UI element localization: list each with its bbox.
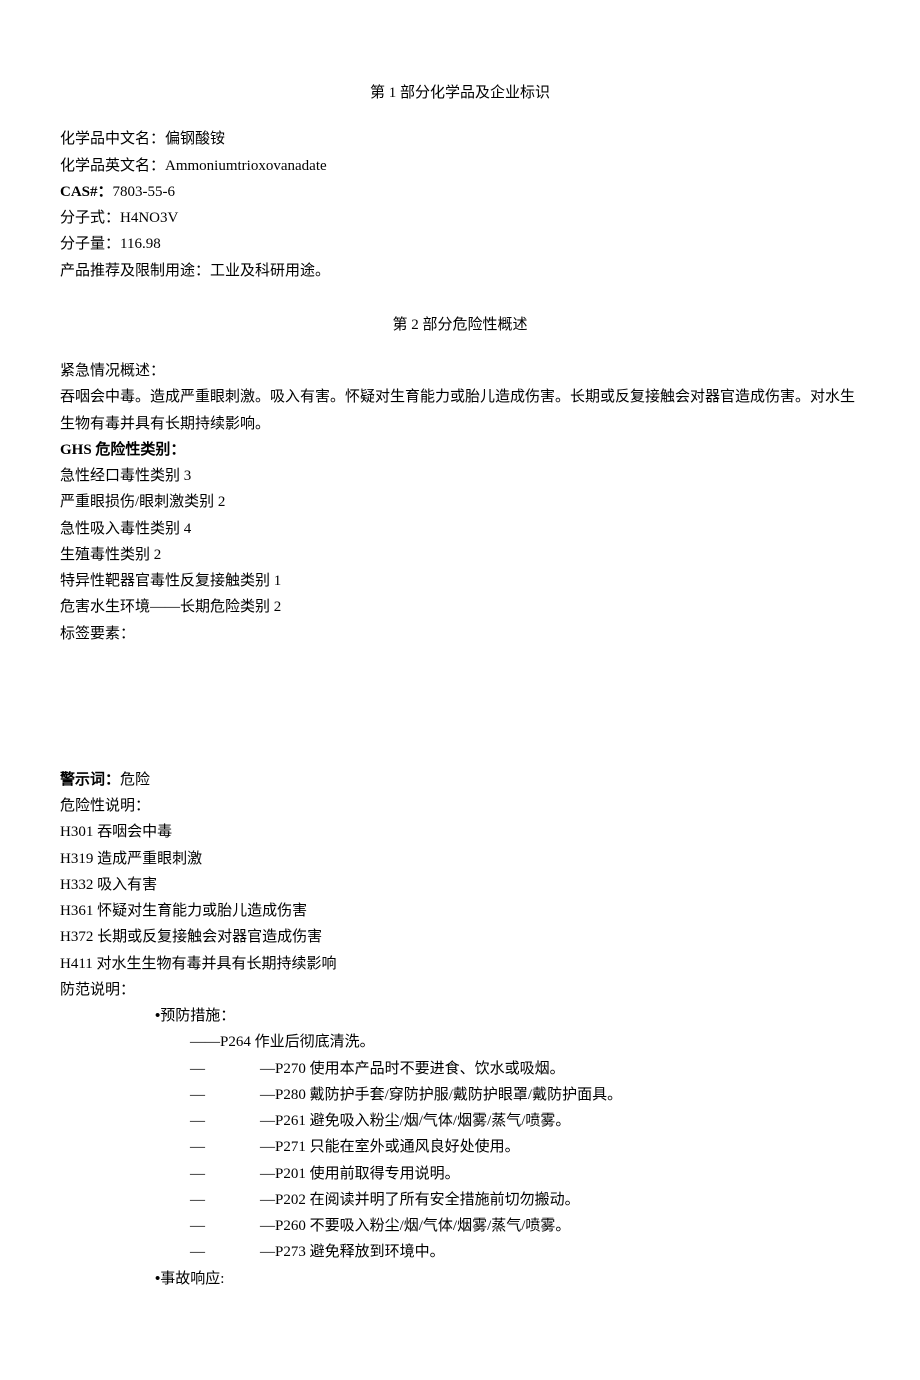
prevention-item: ——P271 只能在室外或通风良好处使用。 — [60, 1134, 860, 1160]
chinese-name-label: 化学品中文名： — [60, 131, 165, 147]
prevention-text: —P261 避免吸入粉尘/烟/气体/烟雾/蒸气/喷雾。 — [260, 1113, 570, 1129]
ghs-category: 急性经口毒性类别 3 — [60, 463, 860, 489]
hazard-statement: H319 造成严重眼刺激 — [60, 846, 860, 872]
mw-value: 116.98 — [120, 236, 161, 252]
formula-line: 分子式：H4NO3V — [60, 205, 860, 231]
formula-label: 分子式： — [60, 210, 120, 226]
prevention-item: ——P201 使用前取得专用说明。 — [60, 1161, 860, 1187]
prevention-item: ——P202 在阅读并明了所有安全措施前切勿搬动。 — [60, 1187, 860, 1213]
english-name-line: 化学品英文名：Ammoniumtrioxovanadate — [60, 153, 860, 179]
prevention-text: —P260 不要吸入粉尘/烟/气体/烟雾/蒸气/喷雾。 — [260, 1218, 570, 1234]
ghs-category: 危害水生环境——长期危险类别 2 — [60, 594, 860, 620]
prevention-text: —P280 戴防护手套/穿防护服/戴防护眼罩/戴防护面具。 — [260, 1087, 622, 1103]
ghs-category: 严重眼损伤/眼刺激类别 2 — [60, 489, 860, 515]
chinese-name-value: 偏钢酸铵 — [165, 131, 225, 147]
cas-value: 7803-55-6 — [113, 184, 176, 200]
pictogram-placeholder — [60, 647, 860, 767]
hazard-statement: H372 长期或反复接触会对器官造成伤害 — [60, 924, 860, 950]
prevention-text: —P202 在阅读并明了所有安全措施前切勿搬动。 — [260, 1192, 580, 1208]
prevention-item: ——P273 避免释放到环境中。 — [60, 1239, 860, 1265]
prevention-header: ••预防措施：预防措施： — [60, 1003, 860, 1029]
chinese-name-line: 化学品中文名：偏钢酸铵 — [60, 126, 860, 152]
mw-label: 分子量： — [60, 236, 120, 252]
prevention-item: ——P261 避免吸入粉尘/烟/气体/烟雾/蒸气/喷雾。 — [60, 1108, 860, 1134]
formula-value: H4NO3V — [120, 210, 178, 226]
section1-title: 第 1 部分化学品及企业标识 — [60, 80, 860, 106]
prevention-item: ——P270 使用本产品时不要进食、饮水或吸烟。 — [60, 1056, 860, 1082]
hazard-statement: H411 对水生生物有毒并具有长期持续影响 — [60, 951, 860, 977]
section2-title: 第 2 部分危险性概述 — [60, 312, 860, 338]
response-header: •事故响应:•事故响应: — [60, 1266, 860, 1292]
section2-content: 紧急情况概述： 吞咽会中毒。造成严重眼刺激。吸入有害。怀疑对生育能力或胎儿造成伤… — [60, 358, 860, 1292]
hazard-statement: H301 吞咽会中毒 — [60, 819, 860, 845]
ghs-category: 急性吸入毒性类别 4 — [60, 516, 860, 542]
ghs-category: 特异性靶器官毒性反复接触类别 1 — [60, 568, 860, 594]
prevention-item: ——P260 不要吸入粉尘/烟/气体/烟雾/蒸气/喷雾。 — [60, 1213, 860, 1239]
english-name-value: Ammoniumtrioxovanadate — [165, 158, 327, 174]
hazard-statement: H332 吸入有害 — [60, 872, 860, 898]
mw-line: 分子量：116.98 — [60, 231, 860, 257]
cas-line: CAS#：7803-55-6 — [60, 179, 860, 205]
prevention-item: ——P264 作业后彻底清洗。 — [60, 1029, 860, 1055]
signal-value: 危险 — [120, 772, 150, 788]
prevention-item: ——P280 戴防护手套/穿防护服/戴防护眼罩/戴防护面具。 — [60, 1082, 860, 1108]
precaution-label: 防范说明： — [60, 977, 860, 1003]
use-line: 产品推荐及限制用途：工业及科研用途。 — [60, 258, 860, 284]
ghs-label: GHS 危险性类别： — [60, 437, 860, 463]
use-value: 工业及科研用途。 — [210, 263, 330, 279]
ghs-category: 生殖毒性类别 2 — [60, 542, 860, 568]
label-elements: 标签要素： — [60, 621, 860, 647]
signal-label: 警示词： — [60, 772, 120, 788]
use-label: 产品推荐及限制用途： — [60, 263, 210, 279]
prevention-text: —P201 使用前取得专用说明。 — [260, 1166, 460, 1182]
cas-label: CAS#： — [60, 184, 113, 200]
hazard-label: 危险性说明： — [60, 793, 860, 819]
prevention-text: —P273 避免释放到环境中。 — [260, 1244, 445, 1260]
section1-content: 化学品中文名：偏钢酸铵 化学品英文名：Ammoniumtrioxovanadat… — [60, 126, 860, 284]
prevention-text: —P271 只能在室外或通风良好处使用。 — [260, 1139, 520, 1155]
emergency-label: 紧急情况概述： — [60, 358, 860, 384]
prevention-text: —P270 使用本产品时不要进食、饮水或吸烟。 — [260, 1061, 565, 1077]
emergency-text: 吞咽会中毒。造成严重眼刺激。吸入有害。怀疑对生育能力或胎儿造成伤害。长期或反复接… — [60, 384, 860, 437]
signal-line: 警示词：危险 — [60, 767, 860, 793]
english-name-label: 化学品英文名： — [60, 158, 165, 174]
hazard-statement: H361 怀疑对生育能力或胎儿造成伤害 — [60, 898, 860, 924]
